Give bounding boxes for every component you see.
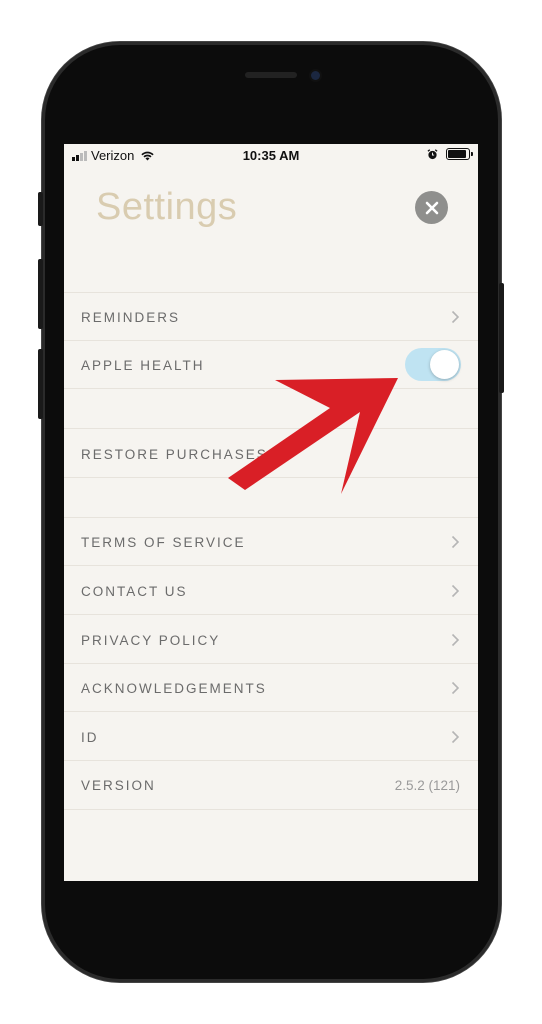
settings-row-id[interactable]: ID [64,711,478,761]
chevron-right-icon [451,310,460,324]
row-label: PRIVACY POLICY [81,633,221,648]
battery-icon [446,148,473,160]
settings-row-contact-us[interactable]: CONTACT US [64,565,478,615]
front-camera [311,71,320,80]
volume-down-button [38,349,43,419]
status-bar: Verizon 10:35 AM [64,144,478,168]
power-button [499,283,504,393]
close-button[interactable] [415,191,448,224]
volume-up-button [38,259,43,329]
settings-row-acknowledgements[interactable]: ACKNOWLEDGEMENTS [64,663,478,712]
row-label: ID [81,730,99,745]
chevron-right-icon [451,584,460,598]
phone-screen: Verizon 10:35 AM Settings REMINDERS APPL… [64,144,478,881]
status-time: 10:35 AM [242,148,300,163]
earpiece-speaker [245,72,297,78]
page-title: Settings [96,186,238,228]
row-label: ACKNOWLEDGEMENTS [81,681,267,696]
settings-row-restore-purchases[interactable]: RESTORE PURCHASES [64,428,478,478]
section-spacer [64,477,478,518]
row-label: CONTACT US [81,584,188,599]
chevron-right-icon [451,633,460,647]
alarm-icon [427,148,438,159]
settings-row-privacy-policy[interactable]: PRIVACY POLICY [64,614,478,664]
row-label: APPLE HEALTH [81,358,205,373]
settings-row-reminders[interactable]: REMINDERS [64,292,478,341]
row-label: TERMS OF SERVICE [81,535,246,550]
mute-switch [38,192,43,226]
chevron-right-icon [451,730,460,744]
row-label: RESTORE PURCHASES [81,447,268,462]
settings-row-terms-of-service[interactable]: TERMS OF SERVICE [64,517,478,566]
chevron-right-icon [451,535,460,549]
row-label: REMINDERS [81,310,181,325]
close-icon [425,201,438,214]
settings-row-apple-health: APPLE HEALTH [64,340,478,389]
chevron-right-icon [451,681,460,695]
toggle-knob [430,350,459,379]
version-value: 2.5.2 (121) [394,778,460,793]
settings-row-version: VERSION 2.5.2 (121) [64,760,478,810]
section-spacer [64,388,478,429]
status-right-group [427,148,473,160]
row-label: VERSION [81,778,156,793]
apple-health-toggle[interactable] [405,348,461,381]
